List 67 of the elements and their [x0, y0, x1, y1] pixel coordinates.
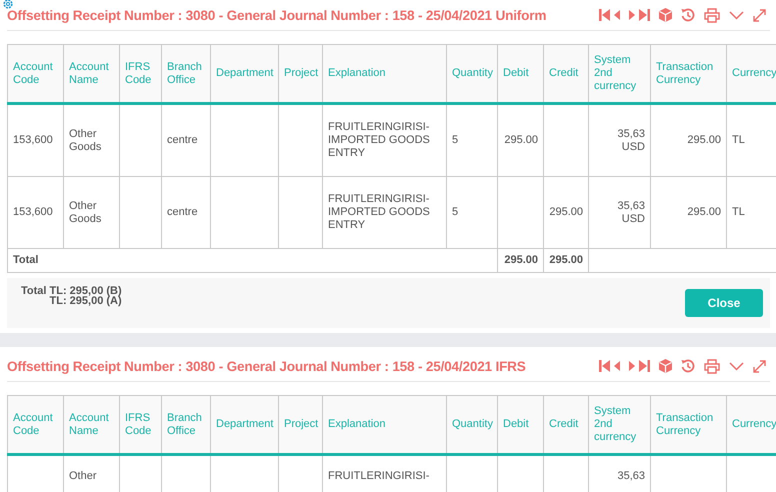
column-header[interactable]: Credit [544, 396, 588, 454]
chevron-down-icon[interactable] [729, 362, 744, 370]
column-header[interactable]: Department [210, 44, 278, 104]
column-header[interactable]: Department [210, 396, 278, 454]
table-cell: 153,600 [8, 176, 64, 248]
table-cell: FRUITLERINGIRISI-IMPORTED GOODS ENTRY [322, 176, 446, 248]
total-cell: 295.00 [498, 248, 544, 272]
table-cell: 35,63 USD [588, 104, 650, 176]
panel-title: Offsetting Receipt Number : 3080 - General Journal Number : 158 - 25/04/2021 IFRS [7, 358, 527, 374]
column-header[interactable]: Account Name [64, 396, 120, 454]
column-header[interactable]: IFRS Code [120, 396, 162, 454]
history-icon[interactable] [681, 8, 695, 22]
expand-icon[interactable] [753, 360, 766, 372]
total-cell: Total [8, 248, 498, 272]
panel-title: Offsetting Receipt Number : 3080 - General Journal Number : 158 - 25/04/2021 Uniform [7, 8, 548, 22]
column-header[interactable]: Account Name [64, 44, 120, 104]
expand-icon[interactable] [753, 8, 766, 22]
column-header[interactable]: Branch Office [162, 44, 210, 104]
table-cell: 295.00 [498, 104, 544, 176]
history-icon[interactable] [681, 359, 695, 373]
chevron-down-icon[interactable] [729, 10, 744, 20]
table-cell: centre [162, 104, 210, 176]
total-summary: TL: 295,00 (A) [50, 296, 122, 306]
column-header[interactable]: Account Code [8, 44, 64, 104]
column-header[interactable]: Transaction Currency [650, 396, 726, 454]
column-header[interactable]: IFRS Code [120, 44, 162, 104]
next-icon[interactable] [629, 10, 635, 20]
column-header[interactable]: Explanation [322, 44, 446, 104]
total-summary: Total TL: 295,00 (B) [21, 286, 122, 296]
last-page-icon[interactable] [639, 9, 650, 21]
print-icon[interactable] [704, 8, 720, 22]
column-header[interactable]: Account Code [8, 396, 64, 454]
total-cell: 295.00 [544, 248, 588, 272]
first-page-icon[interactable] [599, 360, 610, 372]
table-cell: centre [162, 176, 210, 248]
column-header[interactable]: Branch Office [162, 396, 210, 454]
table-cell: 295.00 [544, 176, 588, 248]
table-cell: Other Goods [64, 176, 120, 248]
print-icon[interactable] [704, 358, 720, 374]
table-cell: 5 [446, 176, 498, 248]
column-header[interactable]: Credit [544, 44, 588, 104]
last-page-icon[interactable] [639, 360, 650, 372]
table-cell: FRUITLERINGIRISI-IMPORTED GOODS ENTRY [322, 104, 446, 176]
settings-icon[interactable] [2, 0, 14, 10]
table-cell: 5 [446, 104, 498, 176]
table-cell: 295.00 [650, 104, 726, 176]
first-page-icon[interactable] [599, 9, 610, 21]
column-header[interactable]: System 2nd currency [588, 396, 650, 454]
next-icon[interactable] [629, 361, 635, 371]
table-cell: 295.00 [650, 176, 726, 248]
close-button[interactable]: Close [685, 289, 763, 317]
column-header[interactable]: System 2nd currency [588, 44, 650, 104]
table-cell: 35,63 USD [588, 176, 650, 248]
column-header[interactable]: Debit [498, 396, 544, 454]
cube-icon[interactable] [659, 359, 672, 373]
table-cell: 153,600 [8, 104, 64, 176]
previous-icon[interactable] [614, 10, 620, 20]
column-header[interactable]: Quantity [446, 44, 498, 104]
column-header[interactable]: Project [278, 44, 322, 104]
table-cell: Other Goods [64, 104, 120, 176]
previous-icon[interactable] [614, 361, 620, 371]
column-header[interactable]: Transaction Currency [650, 44, 726, 104]
column-header[interactable]: Explanation [322, 396, 446, 454]
cube-icon[interactable] [659, 8, 672, 22]
column-header[interactable]: Project [278, 396, 322, 454]
column-header[interactable]: Quantity [446, 396, 498, 454]
column-header[interactable]: Debit [498, 44, 544, 104]
